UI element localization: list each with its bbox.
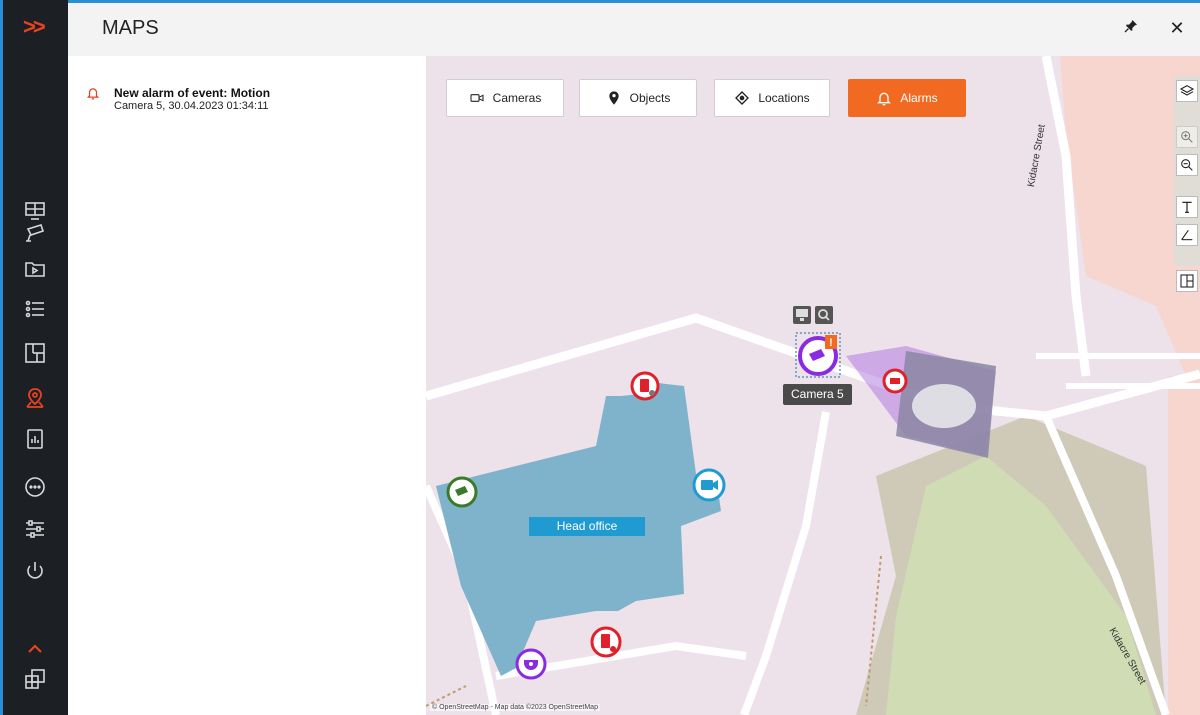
page-title: MAPS [102, 17, 159, 39]
layout-icon[interactable] [1176, 270, 1198, 292]
pin-icon[interactable] [1120, 17, 1142, 39]
alarm-list-panel: New alarm of event: Motion Camera 5, 30.… [68, 56, 426, 715]
map-view[interactable]: Cameras Objects Locations Alarms ! Camer… [426, 56, 1200, 715]
camera-marker-blue[interactable] [692, 468, 726, 502]
filter-objects-button[interactable]: Objects [579, 79, 697, 117]
map-toolbox [1174, 76, 1200, 266]
power-icon[interactable] [22, 558, 48, 584]
filter-alarms-button[interactable]: Alarms [848, 79, 966, 117]
filter-label: Objects [629, 91, 671, 105]
map-pin-icon[interactable] [22, 385, 48, 411]
more-icon[interactable] [22, 474, 48, 500]
angle-tool-icon[interactable] [1176, 224, 1198, 246]
zoom-out-icon[interactable] [1176, 154, 1198, 176]
camera-icon[interactable] [22, 220, 48, 246]
windows-icon[interactable] [22, 666, 48, 692]
camera-5-label: Camera 5 [783, 384, 852, 405]
window-titlebar: MAPS ✕ [68, 0, 1200, 56]
filter-cameras-button[interactable]: Cameras [446, 79, 564, 117]
head-office-label: Head office [529, 517, 645, 536]
sidebar: >> [0, 0, 68, 715]
svg-text:!: ! [829, 337, 833, 349]
camera-search-icon[interactable] [814, 305, 834, 325]
filter-label: Alarms [900, 91, 938, 105]
close-icon[interactable]: ✕ [1166, 17, 1188, 39]
bell-icon [877, 92, 892, 106]
sensor-marker[interactable] [882, 368, 908, 394]
alarm-title: New alarm of event: Motion [114, 86, 271, 100]
zoom-in-icon[interactable] [1176, 126, 1198, 148]
settings-sliders-icon[interactable] [22, 516, 48, 542]
bell-icon [86, 88, 100, 100]
dome-camera-marker[interactable] [515, 648, 547, 680]
door-sensor-marker[interactable] [630, 371, 660, 401]
text-tool-icon[interactable] [1176, 196, 1198, 218]
archive-play-icon[interactable] [22, 256, 48, 282]
camera-icon [470, 94, 484, 102]
chevron-up-icon[interactable] [22, 636, 48, 662]
alarm-detail: Camera 5, 30.04.2023 01:34:11 [114, 100, 269, 112]
layers-icon[interactable] [1176, 80, 1198, 102]
filter-label: Locations [758, 91, 810, 105]
floor-plan-icon[interactable] [22, 340, 48, 366]
location-target-icon [735, 91, 750, 105]
filter-locations-button[interactable]: Locations [714, 79, 830, 117]
event-list-icon[interactable] [22, 296, 48, 322]
camera-marker-green[interactable] [446, 476, 478, 508]
report-icon[interactable] [22, 426, 48, 452]
camera-monitor-icon[interactable] [792, 305, 812, 325]
expand-sidebar-button[interactable]: >> [23, 14, 46, 40]
door-sensor-marker[interactable] [590, 626, 622, 658]
camera-5-marker[interactable]: ! [795, 332, 843, 380]
map-pin-icon [608, 91, 619, 105]
map-attribution: © OpenStreetMap - Map data ©2023 OpenStr… [430, 704, 600, 711]
filter-label: Cameras [492, 91, 542, 105]
